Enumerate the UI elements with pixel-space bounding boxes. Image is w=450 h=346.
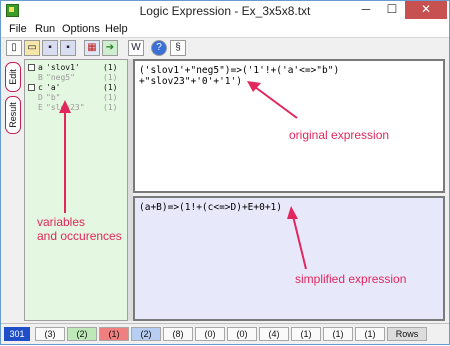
save-as-icon[interactable]: ▪ xyxy=(60,40,76,56)
status-cell: (1) xyxy=(291,327,321,341)
help-icon[interactable]: ? xyxy=(151,40,167,56)
menu-options[interactable]: Options xyxy=(62,23,100,35)
simplified-expression-panel[interactable]: (a+B)=>(1!+(c<=>D)+E+0+1) xyxy=(133,196,445,321)
status-cell: (1) xyxy=(99,327,129,341)
variable-row[interactable]: E "slov23" (1) xyxy=(27,103,125,114)
export-icon[interactable]: ➔ xyxy=(102,40,118,56)
menu-file[interactable]: File xyxy=(9,23,27,35)
variable-name: "slov23" xyxy=(46,103,85,112)
section-icon[interactable]: § xyxy=(170,40,186,56)
status-cell: (2) xyxy=(131,327,161,341)
variable-name: "b" xyxy=(46,93,61,102)
open-folder-icon[interactable]: ▭ xyxy=(24,40,40,56)
variable-letter: a xyxy=(38,63,43,72)
status-cell: (3) xyxy=(35,327,65,341)
variable-name: "neg5" xyxy=(46,73,75,82)
variables-panel: a 'slov1' (1) B "neg5" (1) c 'a' (1) D "… xyxy=(24,59,128,321)
simplified-expression-callout: simplified expression xyxy=(295,272,407,286)
tab-result-label: Result xyxy=(8,102,18,128)
variable-letter: B xyxy=(38,73,43,82)
variable-checkbox[interactable] xyxy=(28,64,35,71)
status-cell: (8) xyxy=(163,327,193,341)
variable-checkbox[interactable] xyxy=(28,84,35,91)
status-cell: (4) xyxy=(259,327,289,341)
variable-count: (1) xyxy=(103,73,118,82)
app-window: Logic Expression - Ex_3x5x8.txt ─ ☐ ✕ Fi… xyxy=(0,0,450,345)
status-cell: (0) xyxy=(227,327,257,341)
status-bar: 301 (3) (2) (1) (2) (8) (0) (0) (4) (1) … xyxy=(1,323,449,344)
variable-name: 'slov1' xyxy=(46,63,80,72)
menu-bar: File Run Options Help xyxy=(1,21,449,38)
maximize-button[interactable]: ☐ xyxy=(379,1,405,19)
tab-edit[interactable]: Edit xyxy=(5,62,21,92)
status-cell: (1) xyxy=(323,327,353,341)
minimize-button[interactable]: ─ xyxy=(353,1,379,19)
tab-result[interactable]: Result xyxy=(5,96,21,134)
status-count: 301 xyxy=(4,327,30,341)
save-icon[interactable]: ▪ xyxy=(42,40,58,56)
original-expression-editor[interactable]: ('slov1'+"neg5")=>('1'!+('a'<=>"b") +"sl… xyxy=(133,59,445,193)
menu-help[interactable]: Help xyxy=(105,23,128,35)
tab-edit-label: Edit xyxy=(8,69,18,85)
rows-button[interactable]: Rows xyxy=(387,327,427,341)
variable-name: 'a' xyxy=(46,83,61,92)
toolbar: ▯ ▭ ▪ ▪ ▦ ➔ W ? § xyxy=(1,38,449,58)
new-file-icon[interactable]: ▯ xyxy=(6,40,22,56)
simplified-expression-text: (a+B)=>(1!+(c<=>D)+E+0+1) xyxy=(139,202,282,213)
title-bar: Logic Expression - Ex_3x5x8.txt ─ ☐ ✕ xyxy=(1,1,449,21)
variable-letter: E xyxy=(38,103,43,112)
vertical-tabs: Edit Result xyxy=(3,59,23,319)
original-expression-callout: original expression xyxy=(289,128,390,142)
variable-count: (1) xyxy=(103,83,118,92)
menu-run[interactable]: Run xyxy=(35,23,55,35)
variable-count: (1) xyxy=(103,63,118,72)
status-cell: (2) xyxy=(67,327,97,341)
variable-count: (1) xyxy=(103,103,118,112)
status-cell: (0) xyxy=(195,327,225,341)
variable-letter: c xyxy=(38,83,43,92)
variables-callout: variables and occurences xyxy=(37,215,122,243)
variable-count: (1) xyxy=(103,93,118,102)
original-expression-text: ('slov1'+"neg5")=>('1'!+('a'<=>"b") +"sl… xyxy=(139,65,340,87)
run-icon[interactable]: ▦ xyxy=(84,40,100,56)
variable-letter: D xyxy=(38,93,43,102)
word-icon[interactable]: W xyxy=(128,40,144,56)
status-cell: (1) xyxy=(355,327,385,341)
close-button[interactable]: ✕ xyxy=(405,1,447,19)
